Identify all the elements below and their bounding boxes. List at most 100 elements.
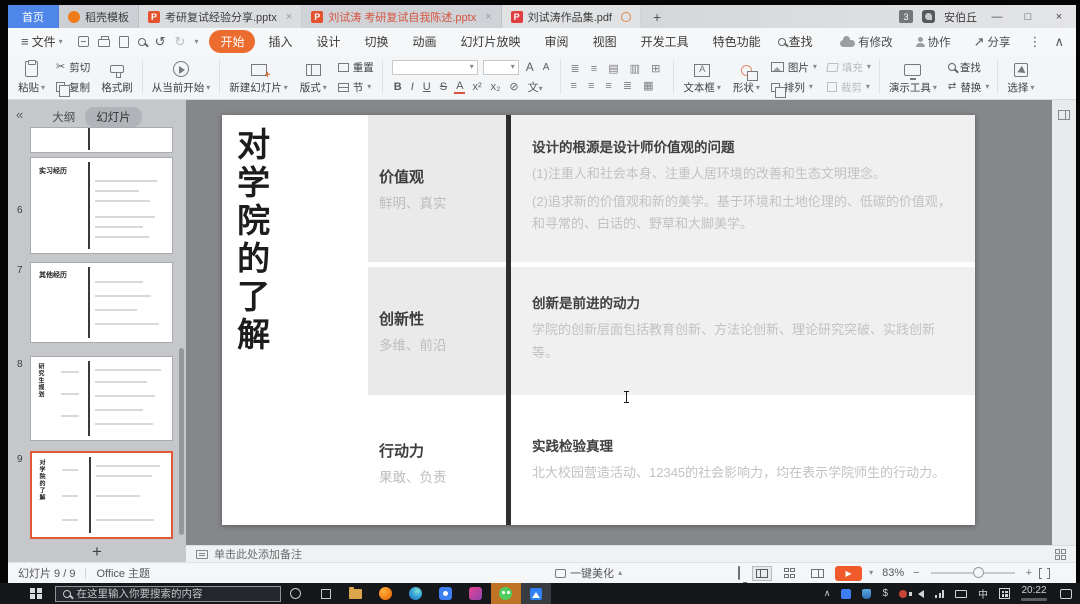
edge-button[interactable] bbox=[401, 583, 431, 604]
tray-status-icon[interactable] bbox=[899, 590, 907, 598]
play-from-current-button[interactable]: 从当前开始▾ bbox=[146, 56, 217, 98]
zoom-in-button[interactable]: + bbox=[1026, 568, 1032, 579]
editing-canvas[interactable]: 对学院的了解 价值观 鲜明、真实 设计的根源是设计师价值观的问题 (1)注重人和… bbox=[186, 100, 1052, 545]
action-center-icon[interactable] bbox=[1060, 589, 1072, 599]
new-slide-button[interactable]: 新建幻灯片▾ bbox=[223, 56, 294, 98]
ime-mode-indicator[interactable]: 中 bbox=[978, 586, 988, 601]
fill-button-disabled[interactable]: 填充 ▾ bbox=[827, 60, 871, 75]
ime-icon[interactable] bbox=[999, 588, 1010, 599]
taskbar-search[interactable]: 在这里输入你要搜索的内容 bbox=[55, 586, 281, 602]
tab-docer-templates[interactable]: 稻壳模板 bbox=[59, 5, 139, 28]
paragraph-icons-row2[interactable]: ≡ ≡ ≡ ≣ ▦ bbox=[570, 79, 664, 92]
arrange-button[interactable]: 排列 ▾ bbox=[771, 80, 817, 95]
zoom-slider[interactable] bbox=[931, 572, 1015, 574]
menu-tab-insert[interactable]: 插入 bbox=[257, 30, 303, 53]
close-button[interactable]: × bbox=[1048, 5, 1070, 28]
reading-view-button[interactable] bbox=[807, 566, 828, 581]
cortana-button[interactable] bbox=[281, 583, 311, 604]
row-content-block[interactable]: 实践检验真理 北大校园营造活动、12345的社会影响力，均在表示学院师生的行动力… bbox=[511, 400, 975, 525]
cloud-sync-button[interactable]: 有修改 bbox=[835, 34, 898, 50]
slide-thumbnail-8[interactable]: 8 研究生规划 bbox=[8, 356, 186, 441]
shapes-button[interactable]: 形状▾ bbox=[727, 56, 766, 98]
toolbar-caret-icon[interactable]: ▾ bbox=[194, 38, 198, 46]
menu-tab-special[interactable]: 特色功能 bbox=[702, 30, 772, 53]
taskbar-clock[interactable]: 20:22 bbox=[1021, 586, 1047, 601]
meeting-app-button[interactable] bbox=[431, 583, 461, 604]
decrease-font-button[interactable]: A bbox=[541, 62, 552, 73]
text-effects-button[interactable]: 文▾ bbox=[526, 79, 545, 95]
strikethrough-button[interactable]: S bbox=[438, 81, 449, 93]
normal-view-button[interactable] bbox=[752, 566, 772, 581]
format-painter-button[interactable]: 格式刷 bbox=[95, 56, 139, 98]
zoom-slider-knob[interactable] bbox=[973, 567, 984, 578]
preview-icon[interactable] bbox=[138, 38, 146, 46]
zoom-level[interactable]: 83% bbox=[882, 567, 904, 579]
wechat-button-active[interactable] bbox=[491, 583, 521, 604]
tab-home[interactable]: 首页 bbox=[8, 5, 59, 28]
paragraph-icons-row1[interactable]: ≣ ≡ ▤ ▥ ⊞ bbox=[570, 62, 664, 75]
file-explorer-button[interactable] bbox=[341, 583, 371, 604]
paste-button[interactable]: 粘贴▾ bbox=[12, 56, 51, 98]
print-icon[interactable] bbox=[98, 39, 110, 47]
find-button[interactable]: 查找 bbox=[948, 60, 989, 75]
menu-tab-developer[interactable]: 开发工具 bbox=[630, 30, 700, 53]
defender-shield-icon[interactable] bbox=[862, 589, 871, 599]
tab-close-icon[interactable]: × bbox=[485, 11, 491, 23]
copy-button[interactable]: 复制 bbox=[56, 80, 90, 95]
tab-document-pdf[interactable]: P 刘试涛作品集.pdf bbox=[502, 5, 641, 28]
font-color-button[interactable]: A bbox=[454, 80, 465, 94]
tray-app-icon[interactable] bbox=[841, 589, 851, 599]
menu-tab-review[interactable]: 审阅 bbox=[534, 30, 580, 53]
tab-close-icon[interactable]: × bbox=[286, 11, 292, 23]
collaborate-button[interactable]: 协作 bbox=[911, 34, 956, 50]
start-button[interactable] bbox=[30, 588, 42, 600]
panel-toggle-icon[interactable] bbox=[1058, 110, 1070, 120]
user-name[interactable]: 安伯丘 bbox=[944, 9, 977, 25]
slide-thumbnail-7[interactable]: 7 其他经历 bbox=[8, 262, 186, 343]
add-slide-button[interactable]: + bbox=[92, 543, 102, 560]
italic-button[interactable]: I bbox=[409, 81, 416, 93]
menu-tab-home[interactable]: 开始 bbox=[209, 30, 255, 53]
menu-tab-view[interactable]: 视图 bbox=[582, 30, 628, 53]
message-count-badge[interactable]: 3 bbox=[899, 10, 913, 23]
share-button[interactable]: ↗ 分享 bbox=[969, 34, 1016, 50]
replace-button[interactable]: ⇄ 替换 ▾ bbox=[948, 80, 989, 95]
tray-expand-icon[interactable]: ∧ bbox=[824, 589, 831, 598]
presentation-tools-button[interactable]: 演示工具▾ bbox=[883, 56, 943, 98]
row-content-block[interactable]: 设计的根源是设计师价值观的问题 (1)注重人和社会本身、注重人居环境的改善和生态… bbox=[511, 115, 975, 262]
touch-keyboard-icon[interactable] bbox=[955, 590, 967, 598]
reset-button[interactable]: 重置 bbox=[338, 60, 374, 75]
menu-tab-design[interactable]: 设计 bbox=[305, 30, 351, 53]
display-settings-button[interactable] bbox=[734, 564, 744, 582]
notes-bar[interactable]: 单击此处添加备注 bbox=[186, 545, 1076, 562]
tab-slides[interactable]: 幻灯片 bbox=[85, 107, 142, 127]
network-icon[interactable] bbox=[935, 590, 944, 598]
grid-view-icon[interactable] bbox=[1055, 549, 1066, 560]
font-name-combo[interactable]: ▾ bbox=[392, 60, 478, 75]
slide-thumbnail-9-selected[interactable]: 9 对学院的了解 bbox=[8, 451, 186, 539]
picture-button[interactable]: 图片 ▾ bbox=[771, 60, 817, 75]
section-button[interactable]: 节 ▾ bbox=[338, 80, 374, 95]
clear-format-button[interactable]: ⊘ bbox=[507, 80, 520, 93]
maximize-button[interactable]: □ bbox=[1017, 5, 1039, 28]
collapse-ribbon-icon[interactable]: ∧ bbox=[1054, 35, 1064, 48]
tab-document-pptx-2-active[interactable]: P 刘试涛 考研复试自我陈述.pptx × bbox=[302, 5, 501, 28]
menu-tab-transition[interactable]: 切换 bbox=[354, 30, 400, 53]
new-tab-button[interactable]: + bbox=[641, 5, 673, 28]
menu-find-button[interactable]: 查找 bbox=[773, 33, 818, 50]
tab-outline[interactable]: 大纲 bbox=[52, 109, 75, 125]
increase-font-button[interactable]: A bbox=[524, 60, 536, 74]
font-size-combo[interactable]: ▾ bbox=[483, 60, 519, 75]
underline-button[interactable]: U bbox=[421, 81, 433, 93]
superscript-button[interactable]: x² bbox=[470, 81, 483, 93]
tab-document-pptx-1[interactable]: P 考研复试经验分享.pptx × bbox=[139, 5, 302, 28]
menu-tab-animation[interactable]: 动画 bbox=[402, 30, 448, 53]
zoom-out-button[interactable]: − bbox=[913, 568, 919, 579]
bold-button[interactable]: B bbox=[392, 81, 404, 93]
theme-name[interactable]: Office 主题 bbox=[96, 565, 150, 581]
row-label-block[interactable]: 价值观 鲜明、真实 bbox=[368, 115, 506, 262]
textbox-button[interactable]: 文本框▾ bbox=[677, 56, 727, 98]
minimize-button[interactable]: — bbox=[986, 5, 1008, 28]
menu-tab-slideshow[interactable]: 幻灯片放映 bbox=[450, 30, 532, 53]
undo-icon[interactable]: ↺ bbox=[155, 35, 166, 48]
